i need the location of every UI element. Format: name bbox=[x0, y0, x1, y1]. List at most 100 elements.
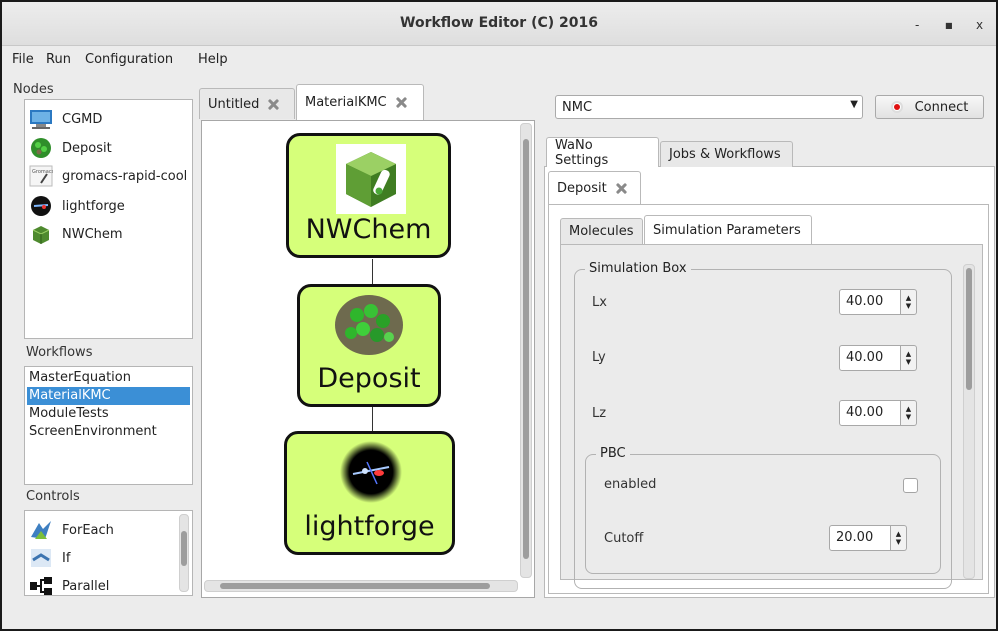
nodes-list: CGMD Deposit Gromacs gromacs-rapid-cool … bbox=[24, 99, 193, 339]
tab-wano-settings[interactable]: WaNo Settings bbox=[546, 137, 659, 168]
node-item-cgmd[interactable]: CGMD bbox=[29, 106, 102, 132]
tab-deposit[interactable]: Deposit bbox=[548, 171, 641, 205]
node-title: NWChem bbox=[305, 214, 432, 245]
workflow-editor-window: Workflow Editor (C) 2016 - ■ x File Run … bbox=[0, 0, 998, 631]
menu-configuration[interactable]: Configuration bbox=[85, 52, 173, 67]
node-title: lightforge bbox=[304, 511, 435, 542]
deposit-icon bbox=[31, 138, 51, 158]
tab-label: MaterialKMC bbox=[305, 95, 387, 110]
minimize-button[interactable]: - bbox=[915, 18, 919, 32]
lightforge-icon bbox=[31, 196, 51, 216]
record-icon bbox=[890, 101, 903, 113]
field-label-cutoff: Cutoff bbox=[604, 531, 644, 546]
ly-spinbox[interactable]: 40.00 ▲ ▼ bbox=[839, 345, 917, 371]
pbc-enabled-checkbox[interactable] bbox=[903, 478, 918, 493]
foreach-icon bbox=[31, 521, 51, 539]
gromacs-icon: Gromacs bbox=[29, 165, 53, 187]
close-tab-icon[interactable] bbox=[615, 182, 628, 195]
parallel-icon bbox=[30, 577, 52, 595]
tab-jobs-workflows[interactable]: Jobs & Workflows bbox=[660, 141, 793, 167]
node-item-deposit[interactable]: Deposit bbox=[29, 135, 112, 161]
field-label-ly: Ly bbox=[592, 350, 606, 365]
node-item-lightforge[interactable]: lightforge bbox=[29, 193, 125, 219]
panel-scroll-thumb[interactable] bbox=[966, 268, 972, 390]
menu-file[interactable]: File bbox=[12, 52, 34, 67]
connector-line bbox=[372, 404, 373, 432]
lightforge-glow-icon bbox=[340, 441, 402, 503]
workflows-label: Workflows bbox=[26, 345, 93, 360]
title-bar: Workflow Editor (C) 2016 - ■ x bbox=[2, 2, 996, 46]
connect-label: Connect bbox=[914, 99, 969, 115]
node-label: NWChem bbox=[62, 226, 123, 242]
spinbox-value[interactable]: 40.00 bbox=[839, 289, 901, 315]
workflow-node-lightforge[interactable]: lightforge bbox=[284, 431, 455, 555]
node-item-nwchem[interactable]: NWChem bbox=[29, 221, 123, 247]
control-label: ForEach bbox=[62, 522, 114, 538]
control-item-foreach[interactable]: ForEach bbox=[29, 517, 114, 543]
tab-materialkmc[interactable]: MaterialKMC bbox=[296, 84, 424, 120]
node-label: Deposit bbox=[62, 140, 112, 156]
lz-spinbox[interactable]: 40.00 ▲ ▼ bbox=[839, 400, 917, 426]
lx-spinbox[interactable]: 40.00 ▲ ▼ bbox=[839, 289, 917, 315]
control-label: Parallel bbox=[62, 578, 110, 594]
spinbox-value[interactable]: 40.00 bbox=[839, 400, 901, 426]
spinbox-arrows-icon[interactable]: ▲ ▼ bbox=[901, 345, 917, 371]
svg-text:Gromacs: Gromacs bbox=[32, 169, 53, 175]
node-label: lightforge bbox=[62, 198, 125, 214]
workflow-item[interactable]: MasterEquation bbox=[27, 369, 190, 387]
field-label-lx: Lx bbox=[592, 295, 607, 310]
spinbox-arrows-icon[interactable]: ▲ ▼ bbox=[891, 525, 907, 551]
controls-scroll-thumb[interactable] bbox=[181, 531, 187, 566]
menu-bar: File Run Configuration Help bbox=[2, 47, 996, 73]
menu-help[interactable]: Help bbox=[198, 52, 228, 67]
workflow-node-deposit[interactable]: Deposit bbox=[297, 284, 441, 407]
workflow-canvas[interactable]: NWChem Deposit lightforge bbox=[201, 120, 535, 598]
chevron-down-icon: ▼ bbox=[850, 99, 858, 110]
nwchem-cube-icon bbox=[336, 144, 406, 214]
tab-untitled[interactable]: Untitled bbox=[199, 88, 295, 119]
simulation-parameters-panel: Simulation Box Lx 40.00 ▲ ▼ Ly 40.00 ▲ ▼ Lz … bbox=[560, 244, 983, 589]
cgmd-icon bbox=[30, 110, 52, 129]
spinbox-arrows-icon[interactable]: ▲ ▼ bbox=[901, 289, 917, 315]
field-label-lz: Lz bbox=[592, 406, 607, 421]
workflow-item-selected[interactable]: MaterialKMC bbox=[27, 387, 190, 405]
menu-run[interactable]: Run bbox=[46, 52, 71, 67]
group-title: Simulation Box bbox=[585, 261, 691, 276]
server-select[interactable]: NMC ▼ bbox=[555, 95, 863, 119]
tab-simulation-parameters[interactable]: Simulation Parameters bbox=[644, 215, 812, 245]
canvas-horizontal-thumb[interactable] bbox=[220, 583, 490, 589]
close-tab-icon[interactable] bbox=[267, 98, 280, 111]
nwchem-icon bbox=[32, 226, 50, 244]
tab-label: Molecules bbox=[569, 224, 634, 239]
maximize-button[interactable]: ■ bbox=[945, 21, 953, 30]
window-title: Workflow Editor (C) 2016 bbox=[400, 15, 598, 31]
controls-list: ForEach If Parallel bbox=[24, 510, 193, 596]
connector-line bbox=[372, 259, 373, 286]
deposit-cluster-icon bbox=[335, 295, 403, 355]
spinbox-arrows-icon[interactable]: ▲ ▼ bbox=[901, 400, 917, 426]
spinbox-value[interactable]: 20.00 bbox=[829, 525, 891, 551]
controls-label: Controls bbox=[26, 489, 80, 504]
pbc-group bbox=[585, 454, 941, 574]
node-item-gromacs[interactable]: Gromacs gromacs-rapid-cool bbox=[29, 163, 187, 189]
node-title: Deposit bbox=[317, 363, 421, 394]
canvas-vertical-thumb[interactable] bbox=[523, 139, 529, 559]
tab-label: Simulation Parameters bbox=[653, 223, 801, 238]
workflow-item[interactable]: ModuleTests bbox=[27, 405, 190, 423]
nodes-label: Nodes bbox=[13, 82, 54, 97]
tab-label: WaNo Settings bbox=[555, 137, 609, 168]
control-item-if[interactable]: If bbox=[29, 545, 70, 571]
spinbox-value[interactable]: 40.00 bbox=[839, 345, 901, 371]
workflows-list: MasterEquation MaterialKMC ModuleTests S… bbox=[24, 366, 193, 485]
if-icon bbox=[31, 549, 51, 567]
tab-label: Deposit bbox=[557, 181, 607, 196]
close-tab-icon[interactable] bbox=[395, 96, 408, 109]
workflow-item[interactable]: ScreenEnvironment bbox=[27, 423, 190, 441]
node-label: CGMD bbox=[62, 111, 103, 127]
tab-molecules[interactable]: Molecules bbox=[560, 218, 643, 244]
close-button[interactable]: x bbox=[976, 18, 983, 32]
control-item-parallel[interactable]: Parallel bbox=[29, 573, 109, 599]
workflow-node-nwchem[interactable]: NWChem bbox=[286, 133, 451, 258]
cutoff-spinbox[interactable]: 20.00 ▲ ▼ bbox=[829, 525, 907, 551]
connect-button[interactable]: Connect bbox=[875, 95, 984, 119]
